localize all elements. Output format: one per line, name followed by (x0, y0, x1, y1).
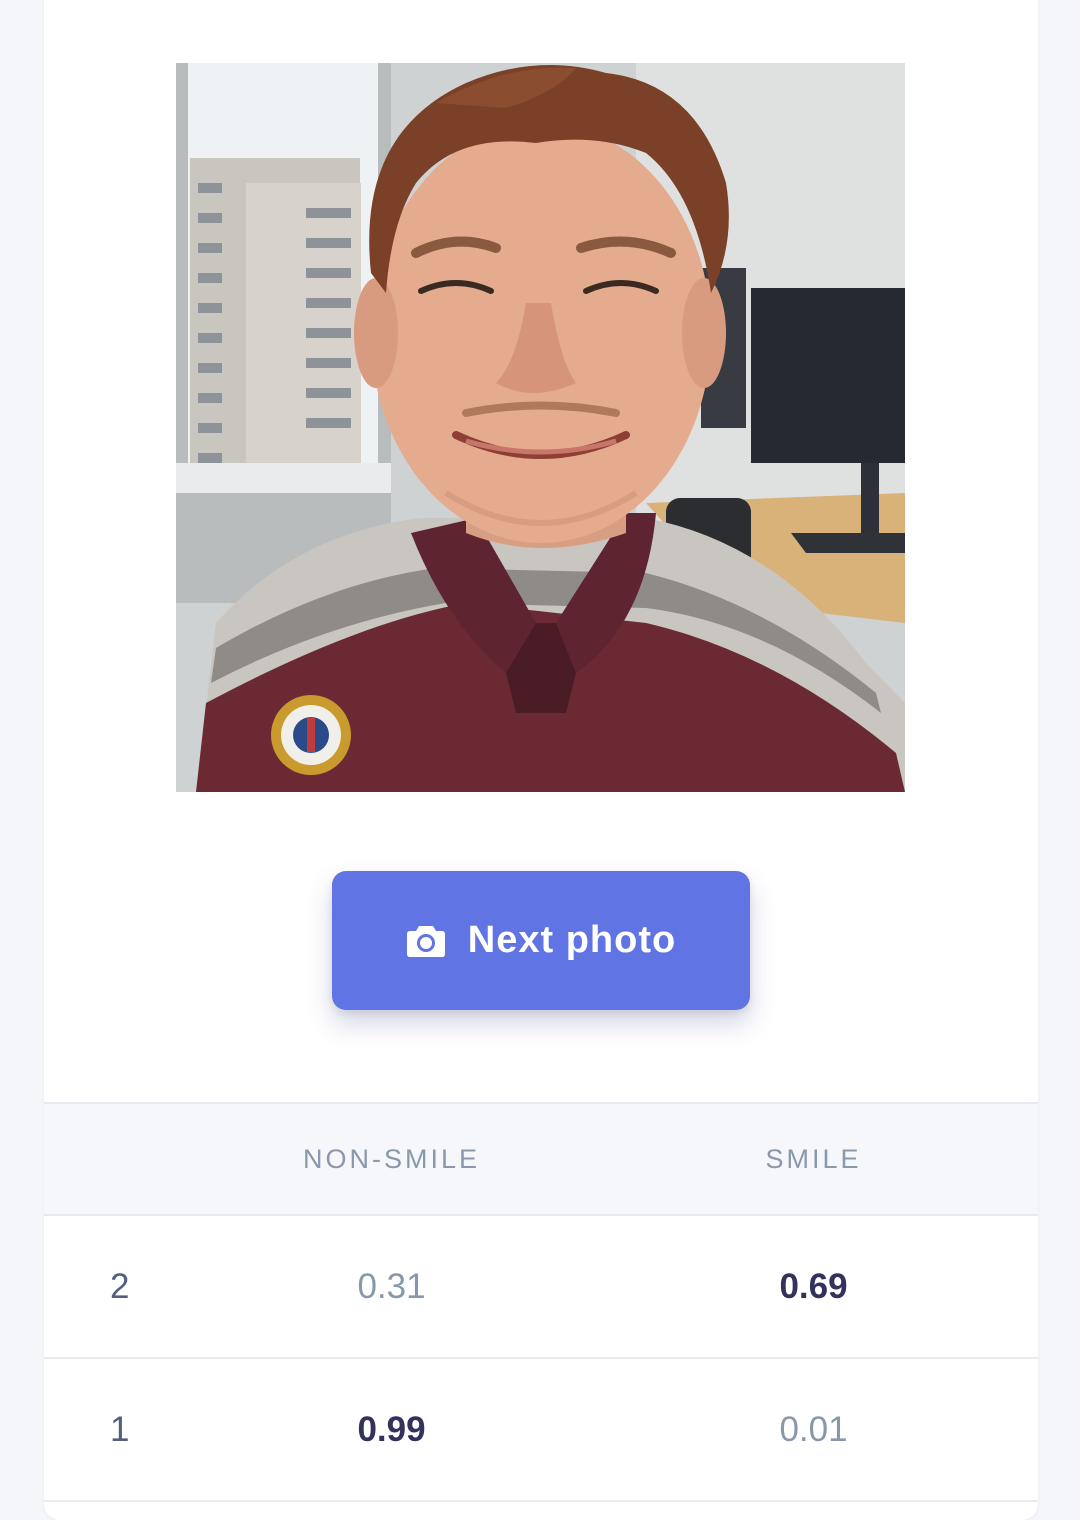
smile-value: 0.69 (779, 1266, 848, 1306)
column-header-empty (44, 1102, 194, 1216)
next-photo-button[interactable]: Next photo (332, 871, 750, 1010)
table-row: 2 0.31 0.69 (44, 1215, 1038, 1358)
face-photo (176, 63, 905, 792)
camera-icon (406, 925, 445, 957)
table-row: 1 0.99 0.01 (44, 1358, 1038, 1501)
non-smile-value: 0.31 (357, 1266, 426, 1306)
column-header-non-smile: NON-SMILE (194, 1102, 589, 1216)
results-table-header: NON-SMILE SMILE (44, 1102, 1038, 1216)
non-smile-value: 0.99 (357, 1409, 426, 1449)
main-card: Next photo NON-SMILE SMILE 2 0.31 0.69 1… (44, 0, 1038, 1520)
row-label: 2 (110, 1266, 130, 1306)
results-table: NON-SMILE SMILE 2 0.31 0.69 1 0.99 0.01 (44, 1102, 1038, 1502)
face-photo-illustration (176, 63, 905, 792)
column-header-smile: SMILE (589, 1102, 1038, 1216)
row-label: 1 (110, 1409, 130, 1449)
smile-value: 0.01 (779, 1409, 848, 1449)
next-photo-label: Next photo (467, 919, 677, 961)
